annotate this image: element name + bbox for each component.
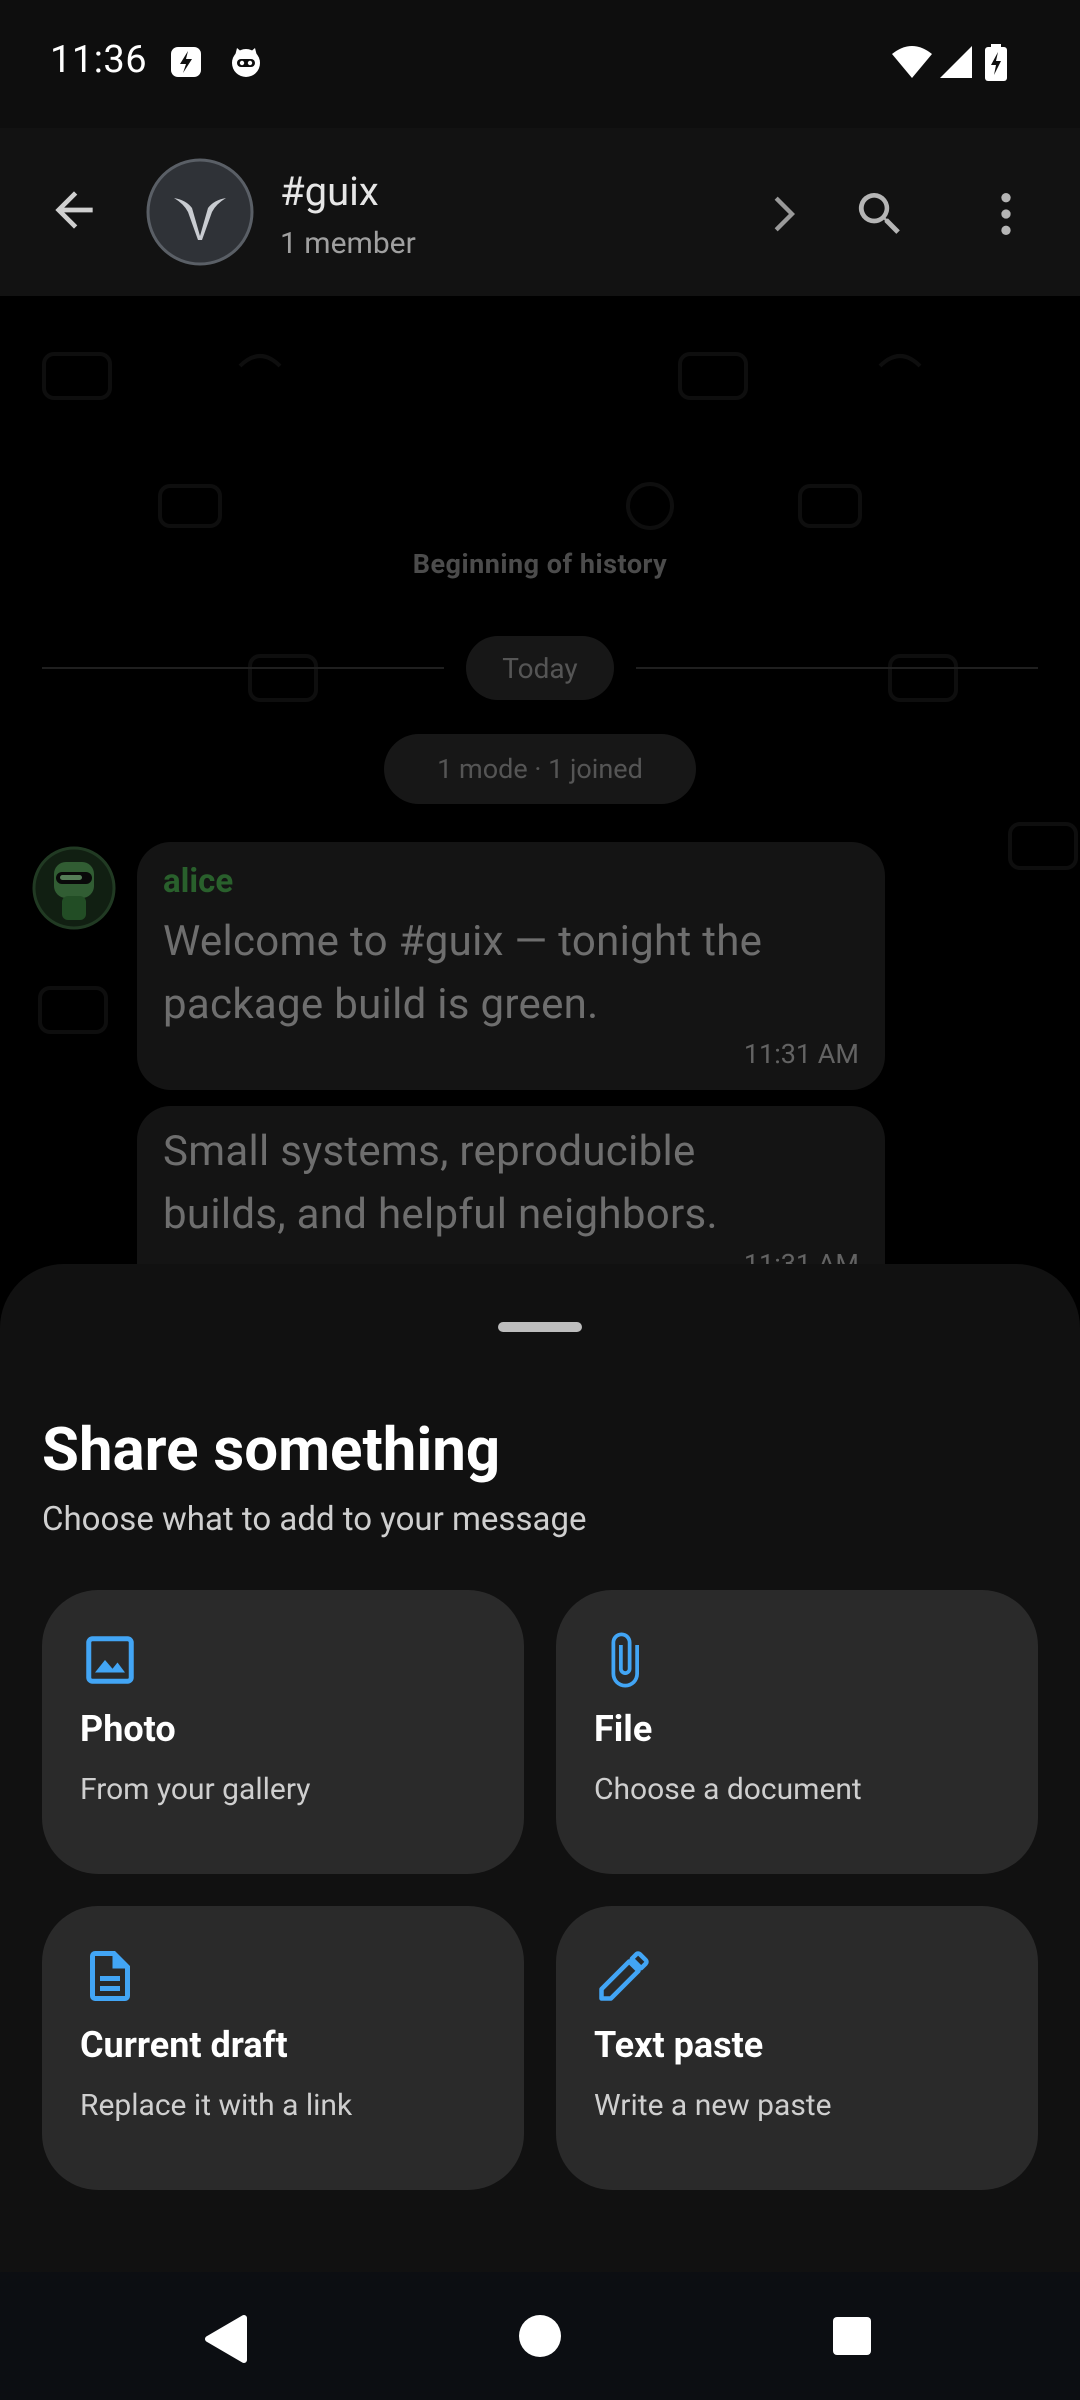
- paperclip-icon: [611, 1632, 639, 1688]
- sheet-subtitle: Choose what to add to your message: [42, 1500, 587, 1539]
- more-options-icon[interactable]: [978, 186, 1034, 242]
- member-count: 1 member: [280, 226, 416, 261]
- text-paste-option-card[interactable]: Text paste Write a new paste: [556, 1906, 1038, 2190]
- option-title: Current draft: [80, 2024, 288, 2066]
- back-arrow-icon[interactable]: [46, 182, 102, 238]
- nav-back-icon[interactable]: [204, 2314, 248, 2364]
- image-icon: [86, 1636, 134, 1684]
- option-subtitle: Choose a document: [594, 1772, 862, 1807]
- signal-icon: [940, 46, 972, 78]
- nav-home-icon[interactable]: [518, 2314, 562, 2358]
- file-option-card[interactable]: File Choose a document: [556, 1590, 1038, 1874]
- document-icon: [90, 1951, 130, 2001]
- app-bar: #guix 1 member: [0, 128, 1080, 296]
- drag-handle[interactable]: [498, 1322, 582, 1332]
- nav-recents-icon[interactable]: [832, 2316, 872, 2356]
- current-draft-option-card[interactable]: Current draft Replace it with a link: [42, 1906, 524, 2190]
- sheet-scrim[interactable]: [0, 296, 1080, 1296]
- option-subtitle: Replace it with a link: [80, 2088, 353, 2123]
- option-title: Photo: [80, 1708, 176, 1750]
- cat-notification-icon: [232, 48, 260, 77]
- option-title: File: [594, 1708, 653, 1750]
- battery-charging-icon: [985, 44, 1007, 81]
- status-time: 11:36: [50, 38, 148, 82]
- wifi-icon: [892, 46, 932, 78]
- option-subtitle: Write a new paste: [594, 2088, 832, 2123]
- chevron-right-icon[interactable]: [756, 188, 808, 240]
- notification-app-icon: [171, 47, 201, 77]
- option-title: Text paste: [594, 2024, 764, 2066]
- channel-title[interactable]: #guix: [280, 168, 379, 215]
- pencil-icon: [599, 1951, 649, 2001]
- photo-option-card[interactable]: Photo From your gallery: [42, 1590, 524, 1874]
- search-icon[interactable]: [852, 186, 908, 242]
- system-navigation-bar: [0, 2272, 1080, 2400]
- channel-avatar[interactable]: [146, 158, 254, 266]
- status-bar: 11:36: [0, 0, 1080, 128]
- share-bottom-sheet: Share something Choose what to add to yo…: [0, 1264, 1080, 2272]
- sheet-title: Share something: [42, 1414, 501, 1485]
- option-subtitle: From your gallery: [80, 1772, 311, 1807]
